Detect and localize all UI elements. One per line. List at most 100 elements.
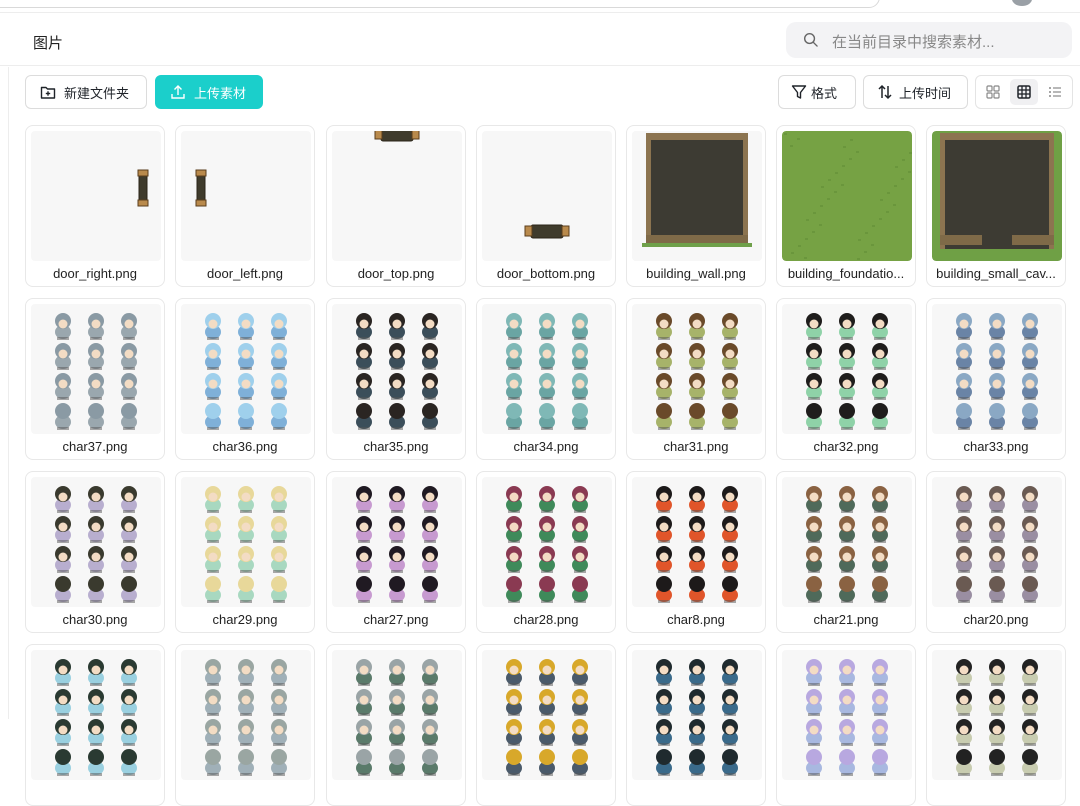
file-name: char34.png [513,439,579,454]
sort-button[interactable]: 上传时间 [863,75,968,109]
grid-icon [1017,85,1031,99]
file-card[interactable]: building_wall.png [626,125,766,287]
upload-button[interactable]: 上传素材 [155,75,263,109]
thumbnail-image [55,659,137,776]
file-card[interactable] [626,644,766,806]
file-card[interactable]: door_right.png [25,125,165,287]
file-card[interactable]: door_left.png [175,125,315,287]
file-card[interactable]: char8.png [626,471,766,633]
file-thumbnail [782,477,912,607]
thumbnail-image [356,486,438,603]
file-thumbnail [482,650,612,780]
file-thumbnail [482,304,612,434]
filter-icon [791,85,807,99]
upload-icon [171,85,185,99]
new-folder-button[interactable]: 新建文件夹 [25,75,147,109]
thumbnail-image [524,224,570,239]
browser-top-strip [0,0,1080,12]
thumbnail-image [506,313,588,430]
file-thumbnail [632,304,762,434]
file-thumbnail [181,477,311,607]
upload-label: 上传素材 [194,85,247,101]
file-name: char31.png [663,439,729,454]
file-card[interactable]: char37.png [25,298,165,460]
sort-label: 上传时间 [899,85,952,101]
file-card[interactable] [326,644,466,806]
file-name: char29.png [212,612,278,627]
file-thumbnail [31,131,161,261]
file-card[interactable]: door_bottom.png [476,125,616,287]
file-name: door_bottom.png [496,266,596,281]
file-thumbnail [632,477,762,607]
thumbnail-image [137,169,149,207]
search-box[interactable]: 在当前目录中搜索素材... [786,22,1072,58]
thumbnail-image [932,131,1062,261]
file-card[interactable]: char31.png [626,298,766,460]
file-thumbnail [632,650,762,780]
file-name: building_foundatio... [787,266,905,281]
file-card[interactable] [175,644,315,806]
file-name: char30.png [62,612,128,627]
file-card[interactable]: char30.png [25,471,165,633]
file-card[interactable]: char36.png [175,298,315,460]
thumbnail-image [55,486,137,603]
file-thumbnail [782,131,912,261]
file-name: char28.png [513,612,579,627]
file-card[interactable]: building_foundatio... [776,125,916,287]
thumbnail-image [506,486,588,603]
file-name: char27.png [363,612,429,627]
view-list[interactable] [1041,79,1069,105]
thumbnail-image [356,313,438,430]
view-large-grid[interactable] [979,79,1007,105]
thumbnail-image [656,313,738,430]
format-filter-button[interactable]: 格式 [778,75,856,109]
list-icon [1049,87,1061,97]
file-card[interactable] [25,644,165,806]
file-card[interactable]: char20.png [926,471,1066,633]
file-name: door_left.png [207,266,283,281]
file-thumbnail [332,131,462,261]
thumbnail-image [956,313,1038,430]
thumbnail-image [356,659,438,776]
thumbnail-image [956,659,1038,776]
search-input[interactable]: 在当前目录中搜索素材... [832,31,995,52]
file-name: building_wall.png [646,266,746,281]
file-thumbnail [932,650,1062,780]
file-card[interactable]: char27.png [326,471,466,633]
file-card[interactable] [926,644,1066,806]
page-header: 图片 在当前目录中搜索素材... [0,12,1080,66]
address-bar[interactable] [0,0,880,8]
thumbnail-image [656,486,738,603]
file-card[interactable] [476,644,616,806]
file-card[interactable]: char32.png [776,298,916,460]
file-card[interactable]: char33.png [926,298,1066,460]
file-thumbnail [932,477,1062,607]
file-name: building_small_cav... [936,266,1056,281]
file-card[interactable]: door_top.png [326,125,466,287]
file-thumbnail [482,477,612,607]
file-card[interactable]: building_small_cav... [926,125,1066,287]
thumbnail-image [506,659,588,776]
thumbnail-image [55,313,137,430]
file-thumbnail [932,304,1062,434]
thumbnail-image [195,169,207,207]
file-card[interactable]: char28.png [476,471,616,633]
file-thumbnail [332,650,462,780]
format-label: 格式 [811,85,838,101]
file-card[interactable] [776,644,916,806]
thumbnail-image [806,659,888,776]
file-thumbnail [31,477,161,607]
avatar[interactable] [1012,0,1032,6]
file-card[interactable]: char34.png [476,298,616,460]
page-title: 图片 [33,35,64,52]
file-name: char21.png [813,612,879,627]
search-icon [803,32,818,47]
thumbnail-image [782,131,912,261]
file-card[interactable]: char21.png [776,471,916,633]
file-card[interactable]: char35.png [326,298,466,460]
file-thumbnail [932,131,1062,261]
thumbnail-image [205,659,287,776]
file-thumbnail [31,304,161,434]
view-grid[interactable] [1010,79,1038,105]
file-card[interactable]: char29.png [175,471,315,633]
